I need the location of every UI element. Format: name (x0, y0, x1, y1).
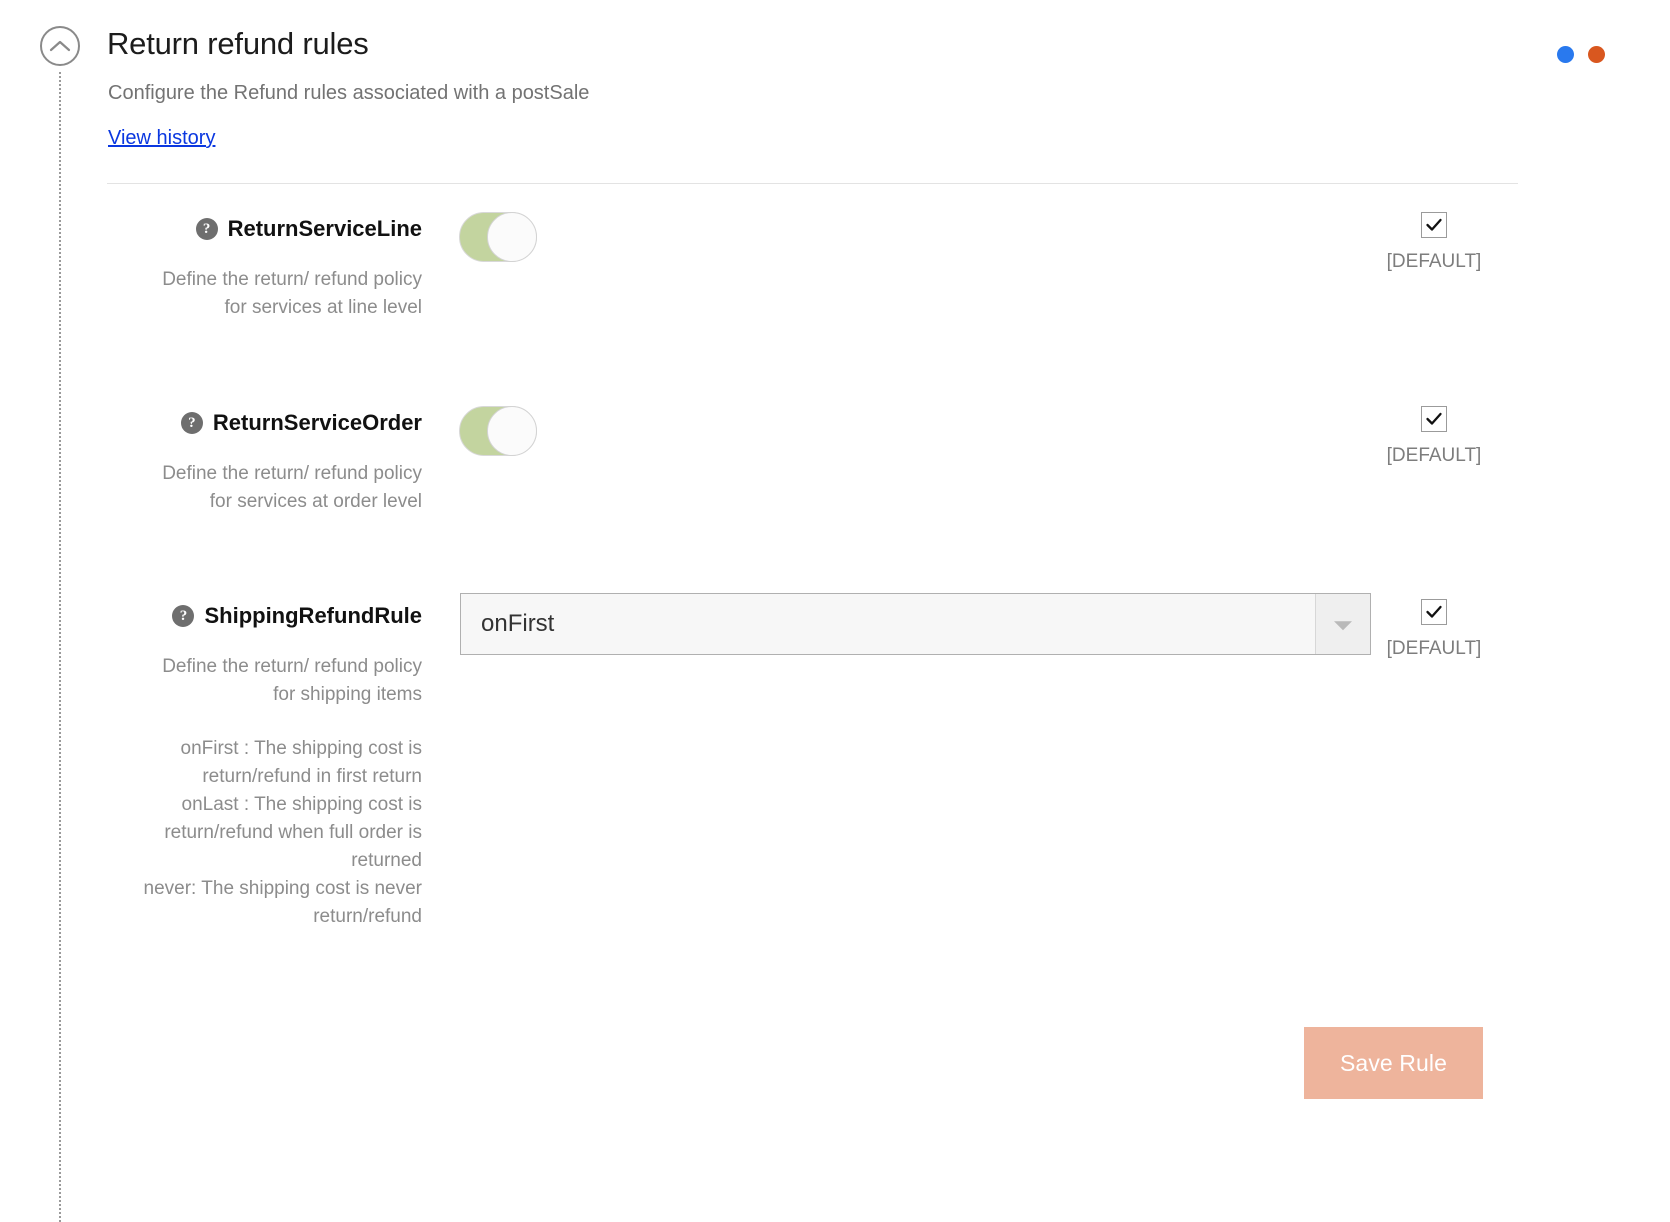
window-dots (1557, 46, 1605, 63)
question-mark-icon[interactable]: ? (195, 218, 218, 240)
rule-label: ReturnServiceOrder (212, 410, 422, 435)
rule-header: ? ShippingRefundRule (140, 599, 422, 633)
question-mark-icon[interactable]: ? (172, 605, 195, 627)
rule-label: ShippingRefundRule (204, 603, 422, 628)
rule-header: ? ReturnServiceLine (140, 212, 422, 246)
default-control: [DEFAULT] (1364, 406, 1504, 467)
returnserviceline-toggle[interactable] (459, 212, 537, 262)
default-label: [DEFAULT] (1386, 638, 1482, 659)
save-rule-button[interactable]: Save Rule (1304, 1027, 1483, 1099)
rule-options-description: onFirst : The shipping cost is return/re… (143, 738, 422, 927)
rule-info: ? ShippingRefundRule Define the return/ … (140, 599, 422, 931)
default-control: [DEFAULT] (1364, 599, 1504, 660)
default-checkbox[interactable] (1421, 599, 1447, 625)
default-control: [DEFAULT] (1364, 212, 1504, 273)
toggle-knob (487, 406, 537, 456)
rule-info: ? ReturnServiceLine Define the return/ r… (140, 212, 422, 322)
collapse-section-button[interactable] (40, 26, 80, 66)
default-label: [DEFAULT] (1386, 445, 1482, 466)
refund-rules-panel: Return refund rules Configure the Refund… (107, 0, 1670, 1222)
rule-description: Define the return/ refund policy for shi… (162, 656, 422, 705)
page-title: Return refund rules (107, 26, 369, 61)
returnserviceorder-toggle[interactable] (459, 406, 537, 456)
default-label: [DEFAULT] (1386, 251, 1482, 272)
view-history-link[interactable]: View history (108, 127, 215, 150)
rule-header: ? ReturnServiceOrder (140, 406, 422, 440)
rule-description: Define the return/ refund policy for ser… (162, 463, 422, 512)
rule-info: ? ReturnServiceOrder Define the return/ … (140, 406, 422, 516)
chevron-down-icon[interactable] (1315, 594, 1370, 654)
select-value: onFirst (481, 610, 555, 637)
default-checkbox[interactable] (1421, 212, 1447, 238)
header-divider (107, 183, 1518, 184)
blue-dot[interactable] (1557, 46, 1574, 63)
rule-label: ReturnServiceLine (227, 216, 422, 241)
orange-dot[interactable] (1588, 46, 1605, 63)
rule-description: Define the return/ refund policy for ser… (162, 269, 422, 318)
page-subtitle: Configure the Refund rules associated wi… (108, 82, 590, 104)
section-rail (40, 26, 82, 1222)
toggle-knob (487, 212, 537, 262)
rail-dotted-line (59, 72, 61, 1222)
default-checkbox[interactable] (1421, 406, 1447, 432)
shippingrefundrule-select[interactable]: onFirst (460, 593, 1371, 655)
question-mark-icon[interactable]: ? (180, 412, 203, 434)
